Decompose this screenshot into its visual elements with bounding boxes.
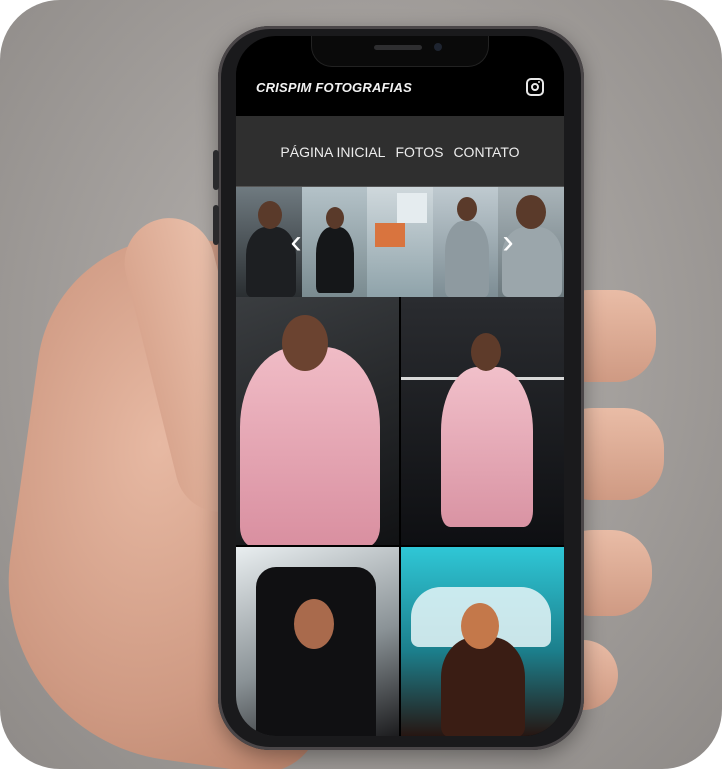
carousel-slide[interactable] — [432, 187, 499, 297]
photo-detail — [375, 223, 406, 247]
photo-subject-head — [471, 333, 501, 371]
photo-subject — [444, 221, 489, 297]
photo-subject-head — [461, 603, 499, 649]
site-header: CRISPIM FOTOGRAFIAS — [236, 66, 564, 116]
photo-subject — [240, 347, 380, 545]
photo-subject-head — [258, 201, 282, 229]
phone-notch — [312, 36, 488, 66]
background-scene: CRISPIM FOTOGRAFIAS PÁGINA INICIAL FOTOS… — [0, 0, 722, 769]
carousel-slide[interactable] — [367, 187, 433, 297]
phone-side-button — [213, 205, 219, 245]
main-nav: PÁGINA INICIAL FOTOS CONTATO — [236, 144, 564, 160]
photo-subject-head — [516, 195, 547, 229]
photo-detail — [256, 567, 376, 736]
photo-subject — [441, 367, 533, 527]
brand-logo[interactable]: CRISPIM FOTOGRAFIAS — [256, 80, 412, 95]
photo-subject — [441, 637, 525, 736]
photo-subject — [315, 227, 354, 293]
photo-detail — [397, 193, 428, 223]
nav-bar: PÁGINA INICIAL FOTOS CONTATO — [236, 116, 564, 187]
photo-tile[interactable] — [236, 297, 399, 545]
nav-item-contato[interactable]: CONTATO — [453, 144, 519, 160]
phone-screen: CRISPIM FOTOGRAFIAS PÁGINA INICIAL FOTOS… — [236, 36, 564, 736]
nav-item-fotos[interactable]: FOTOS — [395, 144, 443, 160]
photo-carousel[interactable]: ‹ › — [236, 187, 564, 297]
photo-grid — [236, 297, 564, 736]
front-camera — [434, 43, 442, 51]
chevron-left-icon[interactable]: ‹ — [286, 225, 306, 259]
photo-tile[interactable] — [401, 297, 564, 545]
instagram-icon[interactable] — [526, 78, 544, 96]
photo-subject-head — [294, 599, 334, 649]
photo-subject-head — [325, 207, 344, 229]
photo-subject-head — [456, 197, 477, 221]
carousel-slide[interactable] — [301, 187, 368, 297]
photo-tile[interactable] — [401, 547, 564, 736]
nav-item-pagina-inicial[interactable]: PÁGINA INICIAL — [280, 144, 385, 160]
phone-side-button — [213, 150, 219, 190]
photo-tile[interactable] — [236, 547, 399, 736]
speaker-grille — [374, 45, 422, 50]
chevron-right-icon[interactable]: › — [498, 225, 518, 259]
photo-subject-head — [282, 315, 328, 371]
